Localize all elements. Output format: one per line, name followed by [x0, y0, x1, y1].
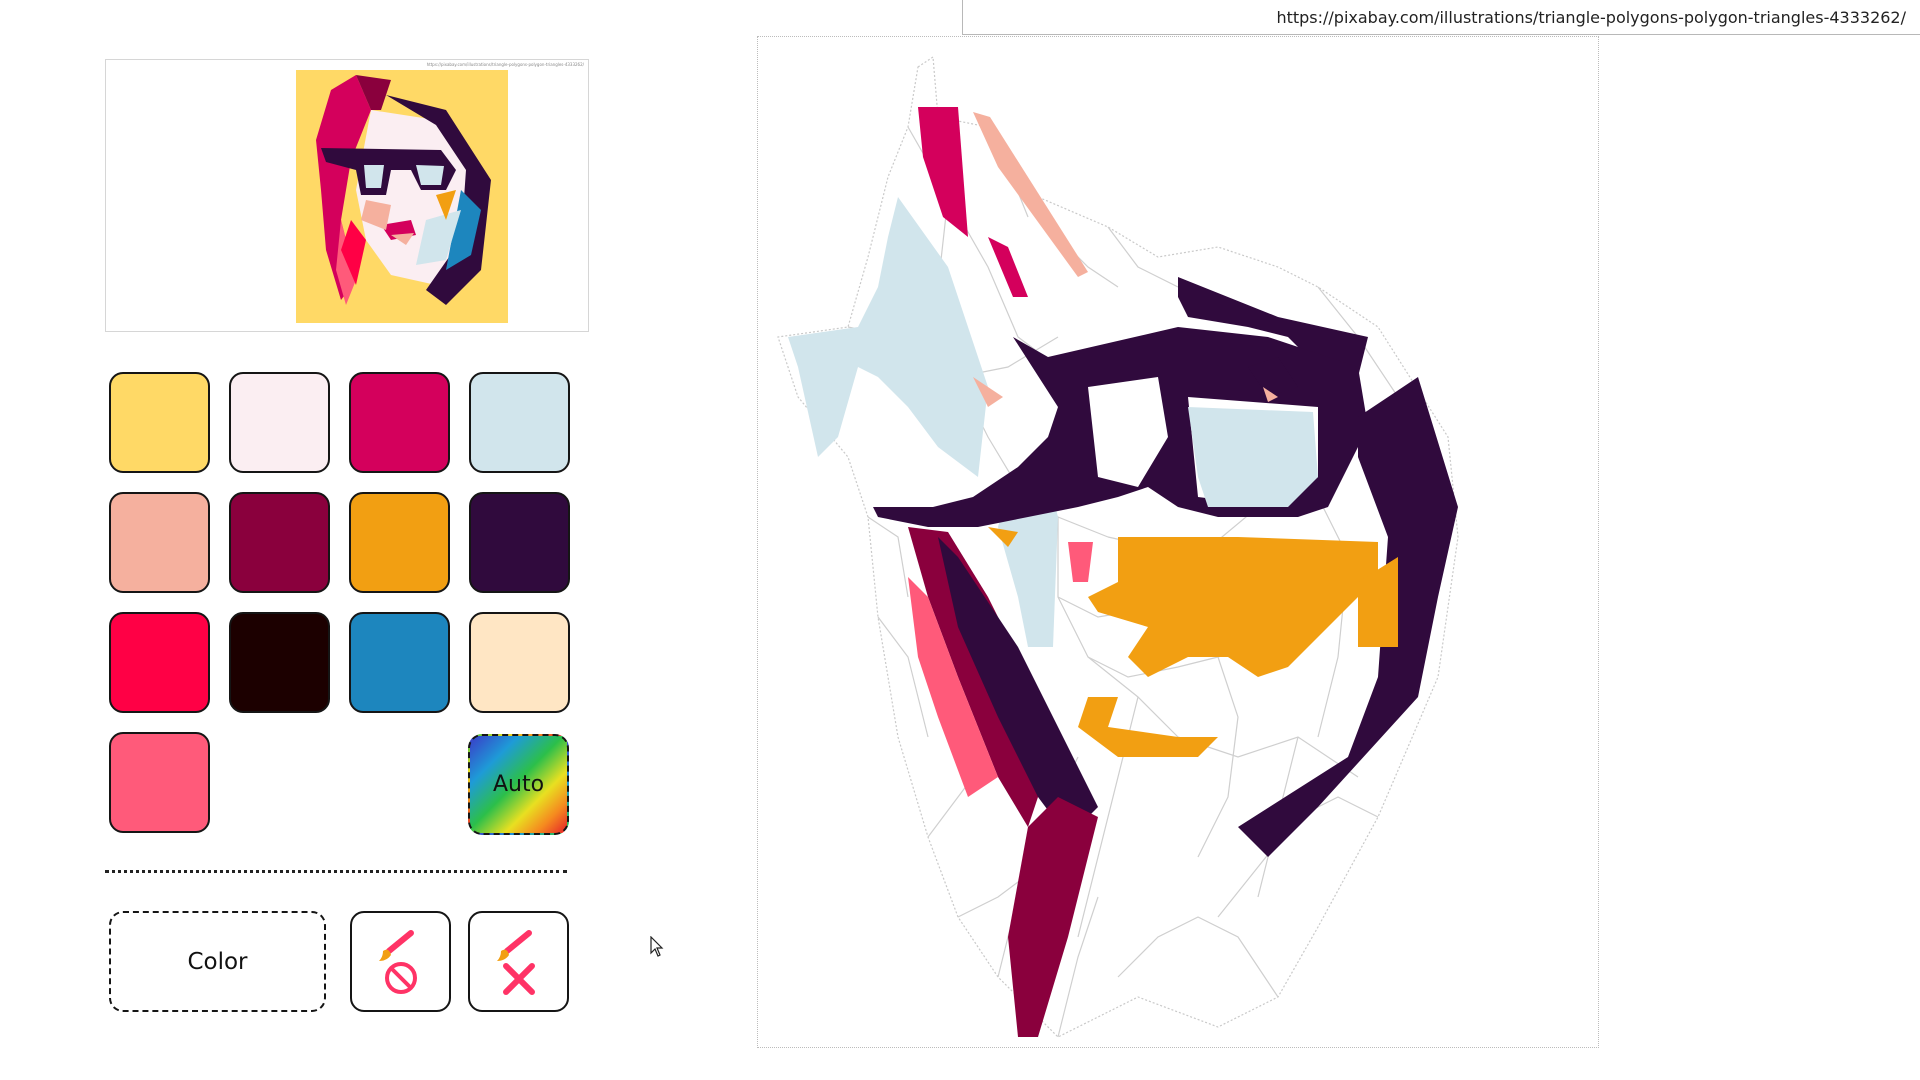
color-swatch-salmon[interactable]	[109, 492, 210, 593]
color-swatch-yellow[interactable]	[109, 372, 210, 473]
color-swatch-crimson[interactable]	[229, 492, 330, 593]
reference-image	[296, 70, 508, 323]
coloring-canvas[interactable]	[757, 36, 1599, 1048]
color-swatch-magenta[interactable]	[349, 372, 450, 473]
color-swatch-cream[interactable]	[469, 612, 570, 713]
color-swatch-dark-purple[interactable]	[469, 492, 570, 593]
url-text: https://pixabay.com/illustrations/triang…	[1276, 7, 1906, 27]
clear-button[interactable]	[468, 911, 569, 1012]
url-bar[interactable]: https://pixabay.com/illustrations/triang…	[962, 0, 1920, 35]
coloring-app: https://pixabay.com/illustrations/triang…	[0, 0, 1920, 1080]
no-paint-button[interactable]	[350, 911, 451, 1012]
mouse-cursor-icon	[650, 936, 664, 957]
palette-divider	[105, 870, 567, 873]
color-swatch-near-black[interactable]	[229, 612, 330, 713]
color-mode-button[interactable]: Color	[109, 911, 326, 1012]
color-button-label: Color	[187, 948, 248, 975]
auto-color-button[interactable]: Auto	[468, 734, 569, 835]
color-swatch-red[interactable]	[109, 612, 210, 713]
brush-prohibited-icon	[378, 929, 417, 994]
preview-source-url: https://pixabay.com/illustrations/triang…	[426, 62, 584, 67]
color-swatch-pink[interactable]	[109, 732, 210, 833]
color-swatch-pale-pink[interactable]	[229, 372, 330, 473]
reference-preview: https://pixabay.com/illustrations/triang…	[105, 59, 589, 332]
auto-label: Auto	[492, 772, 545, 797]
color-swatch-blue[interactable]	[349, 612, 450, 713]
brush-clear-icon	[496, 929, 535, 995]
color-swatch-light-blue[interactable]	[469, 372, 570, 473]
color-swatch-orange[interactable]	[349, 492, 450, 593]
polygon-portrait[interactable]	[758, 37, 1600, 1049]
